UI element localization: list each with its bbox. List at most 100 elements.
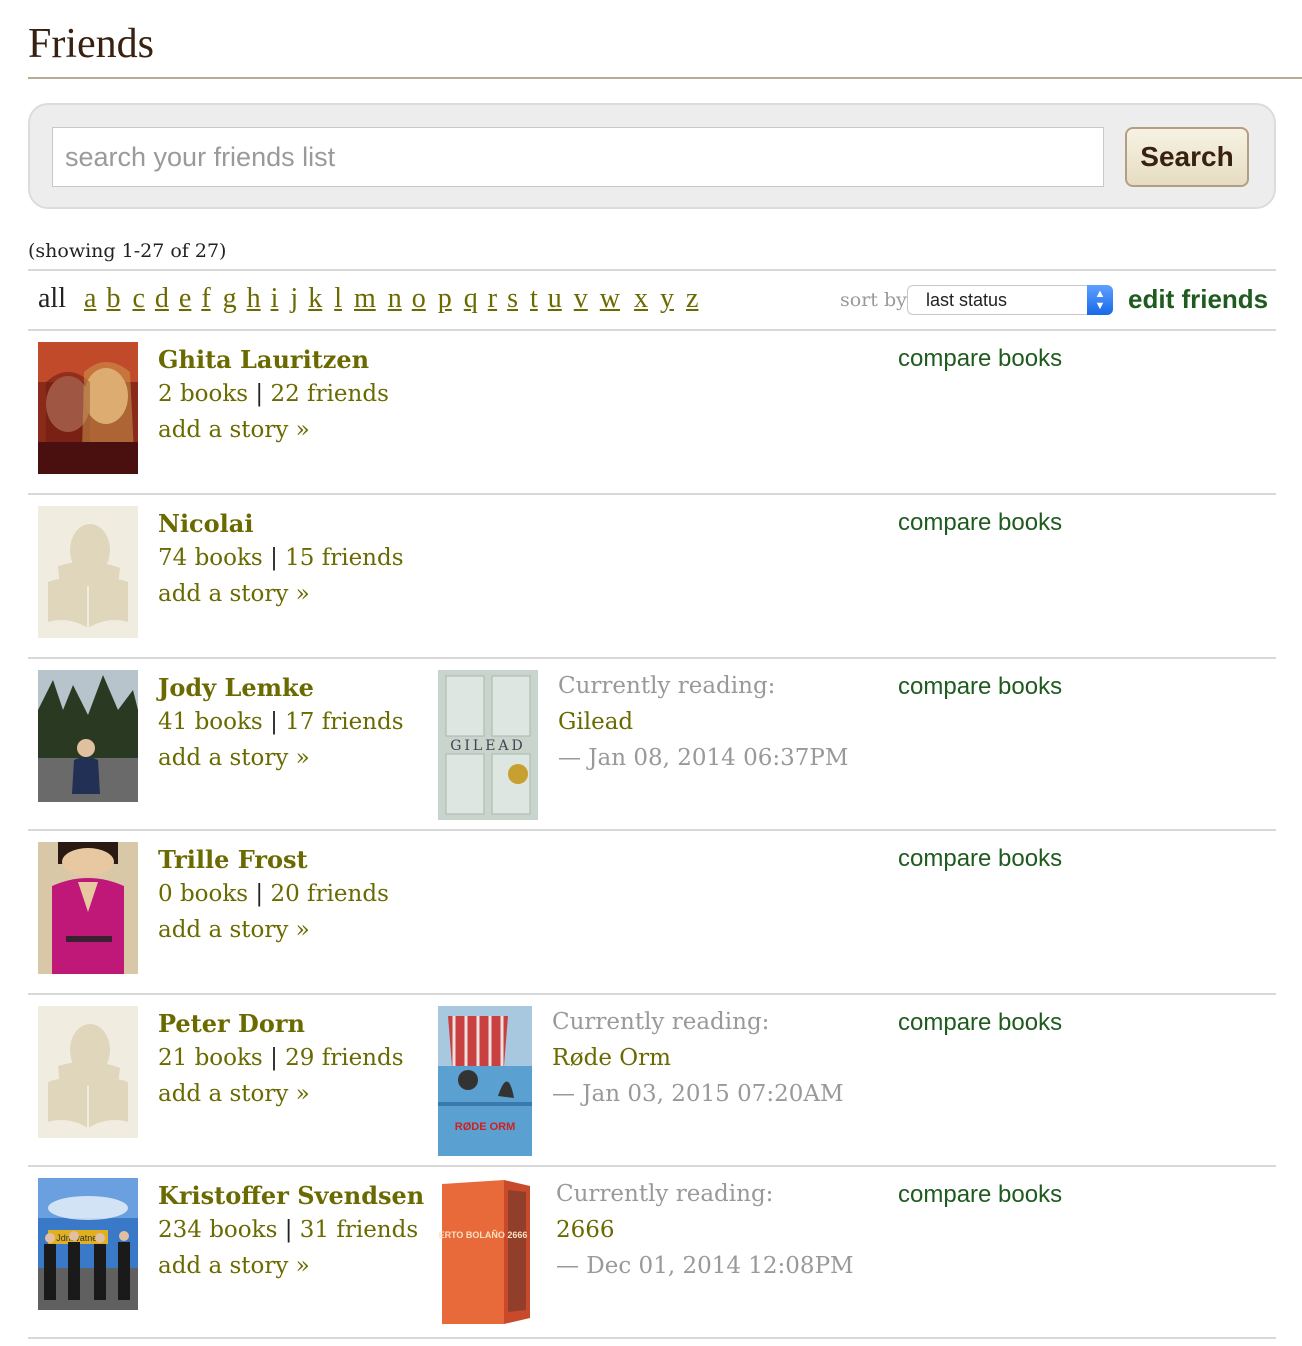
alphabet-filter: all abcdefghijklmnopqrstuvwxyz — [38, 283, 698, 323]
books-count-link[interactable]: 234 books — [158, 1217, 277, 1243]
compare-books-link[interactable]: compare books — [898, 673, 1062, 701]
friend-avatar[interactable]: Jdnsvatnet — [38, 1178, 138, 1310]
filter-letter[interactable]: v — [574, 283, 588, 315]
status-date: — Jan 03, 2015 07:20AM — [552, 1081, 844, 1107]
edit-friends-link[interactable]: edit friends — [1128, 284, 1268, 315]
filter-letter[interactable]: z — [686, 283, 698, 315]
friends-count-link[interactable]: 29 friends — [285, 1045, 403, 1071]
friend-name[interactable]: Jody Lemke — [158, 673, 314, 702]
books-count-link[interactable]: 0 books — [158, 881, 248, 907]
books-count-link[interactable]: 41 books — [158, 709, 263, 735]
book-cover[interactable]: ROBERTO BOLAÑO 2666 — [438, 1178, 536, 1328]
stats-separator: | — [255, 881, 264, 907]
filter-letter[interactable]: c — [132, 283, 144, 315]
compare-books-link[interactable]: compare books — [898, 1009, 1062, 1037]
filter-letter[interactable]: l — [334, 283, 342, 315]
divider — [28, 1165, 1276, 1167]
friend-stats: 41 books | 17 friends — [158, 709, 404, 735]
friend-avatar[interactable] — [38, 342, 138, 474]
stats-separator: | — [255, 381, 264, 407]
friend-avatar[interactable] — [38, 842, 138, 974]
friend-name[interactable]: Peter Dorn — [158, 1009, 305, 1038]
filter-letter[interactable]: a — [84, 283, 96, 315]
friend-stats: 2 books | 22 friends — [158, 381, 389, 407]
friends-count-link[interactable]: 17 friends — [285, 709, 403, 735]
filter-letter[interactable]: k — [308, 283, 322, 315]
add-story-link[interactable]: add a story » — [158, 417, 310, 443]
book-title-link[interactable]: 2666 — [556, 1217, 615, 1243]
add-story-link[interactable]: add a story » — [158, 581, 310, 607]
filter-letter[interactable]: b — [106, 283, 120, 315]
friend-name[interactable]: Nicolai — [158, 509, 253, 538]
friend-name[interactable]: Trille Frost — [158, 845, 308, 874]
divider — [28, 829, 1276, 831]
friend-stats: 21 books | 29 friends — [158, 1045, 404, 1071]
friend-stats: 0 books | 20 friends — [158, 881, 389, 907]
filter-letter[interactable]: t — [530, 283, 538, 315]
divider — [28, 1337, 1276, 1339]
filter-letter[interactable]: j — [290, 283, 298, 315]
sort-label: sort by — [840, 289, 907, 311]
friend-name[interactable]: Kristoffer Svendsen — [158, 1181, 424, 1210]
add-story-link[interactable]: add a story » — [158, 1253, 310, 1279]
filter-letter[interactable]: h — [247, 283, 261, 315]
filter-letter[interactable]: p — [438, 283, 452, 315]
add-story-link[interactable]: add a story » — [158, 745, 310, 771]
filter-letter[interactable]: f — [201, 283, 210, 315]
divider — [28, 269, 1276, 271]
books-count-link[interactable]: 2 books — [158, 381, 248, 407]
sort-select[interactable]: last status ▲ ▼ — [907, 285, 1113, 315]
book-cover[interactable]: GILEAD — [438, 670, 538, 820]
search-button[interactable]: Search — [1125, 127, 1249, 187]
divider — [28, 329, 1276, 331]
add-story-link[interactable]: add a story » — [158, 917, 310, 943]
currently-reading-label: Currently reading: — [552, 1009, 770, 1035]
filter-letter[interactable]: o — [412, 283, 426, 315]
friends-count-link[interactable]: 31 friends — [300, 1217, 418, 1243]
compare-books-link[interactable]: compare books — [898, 509, 1062, 537]
title-divider — [28, 77, 1302, 79]
books-count-link[interactable]: 74 books — [158, 545, 263, 571]
filter-letter[interactable]: n — [388, 283, 402, 315]
filter-letter[interactable]: m — [354, 283, 376, 315]
filter-letter[interactable]: g — [223, 283, 237, 315]
filter-letter[interactable]: x — [634, 283, 648, 315]
friend-avatar[interactable] — [38, 670, 138, 802]
stats-separator: | — [284, 1217, 293, 1243]
compare-books-link[interactable]: compare books — [898, 845, 1062, 873]
friend-name[interactable]: Ghita Lauritzen — [158, 345, 369, 374]
filter-letter[interactable]: q — [464, 283, 478, 315]
books-count-link[interactable]: 21 books — [158, 1045, 263, 1071]
search-panel: Search — [28, 103, 1276, 209]
updown-chevron-icon: ▲ ▼ — [1087, 285, 1113, 315]
divider — [28, 657, 1276, 659]
filter-letter[interactable]: d — [155, 283, 169, 315]
currently-reading-label: Currently reading: — [556, 1181, 774, 1207]
filter-letter[interactable]: r — [488, 283, 497, 315]
book-title-link[interactable]: Gilead — [558, 709, 633, 735]
book-title-link[interactable]: Røde Orm — [552, 1045, 671, 1071]
friends-count-link[interactable]: 22 friends — [270, 381, 388, 407]
status-date: — Jan 08, 2014 06:37PM — [558, 745, 849, 771]
filter-letter[interactable]: s — [507, 283, 518, 315]
filter-letter[interactable]: w — [600, 283, 620, 315]
filter-letter[interactable]: u — [548, 283, 562, 315]
filter-letter[interactable]: i — [271, 283, 279, 315]
friends-count-link[interactable]: 20 friends — [270, 881, 388, 907]
filter-all[interactable]: all — [38, 283, 66, 315]
page-title: Friends — [28, 21, 154, 67]
placeholder-reader-icon[interactable] — [38, 506, 138, 638]
placeholder-reader-icon[interactable] — [38, 1006, 138, 1138]
divider — [28, 993, 1276, 995]
cover-title: RØDE ORM — [455, 1121, 516, 1133]
filter-letter[interactable]: y — [660, 283, 674, 315]
results-count: (showing 1-27 of 27) — [28, 240, 227, 262]
search-input[interactable] — [52, 127, 1104, 187]
book-cover[interactable]: RØDE ORM — [438, 1006, 532, 1156]
compare-books-link[interactable]: compare books — [898, 345, 1062, 373]
friends-count-link[interactable]: 15 friends — [285, 545, 403, 571]
compare-books-link[interactable]: compare books — [898, 1181, 1062, 1209]
currently-reading-label: Currently reading: — [558, 673, 776, 699]
filter-letter[interactable]: e — [179, 283, 191, 315]
add-story-link[interactable]: add a story » — [158, 1081, 310, 1107]
